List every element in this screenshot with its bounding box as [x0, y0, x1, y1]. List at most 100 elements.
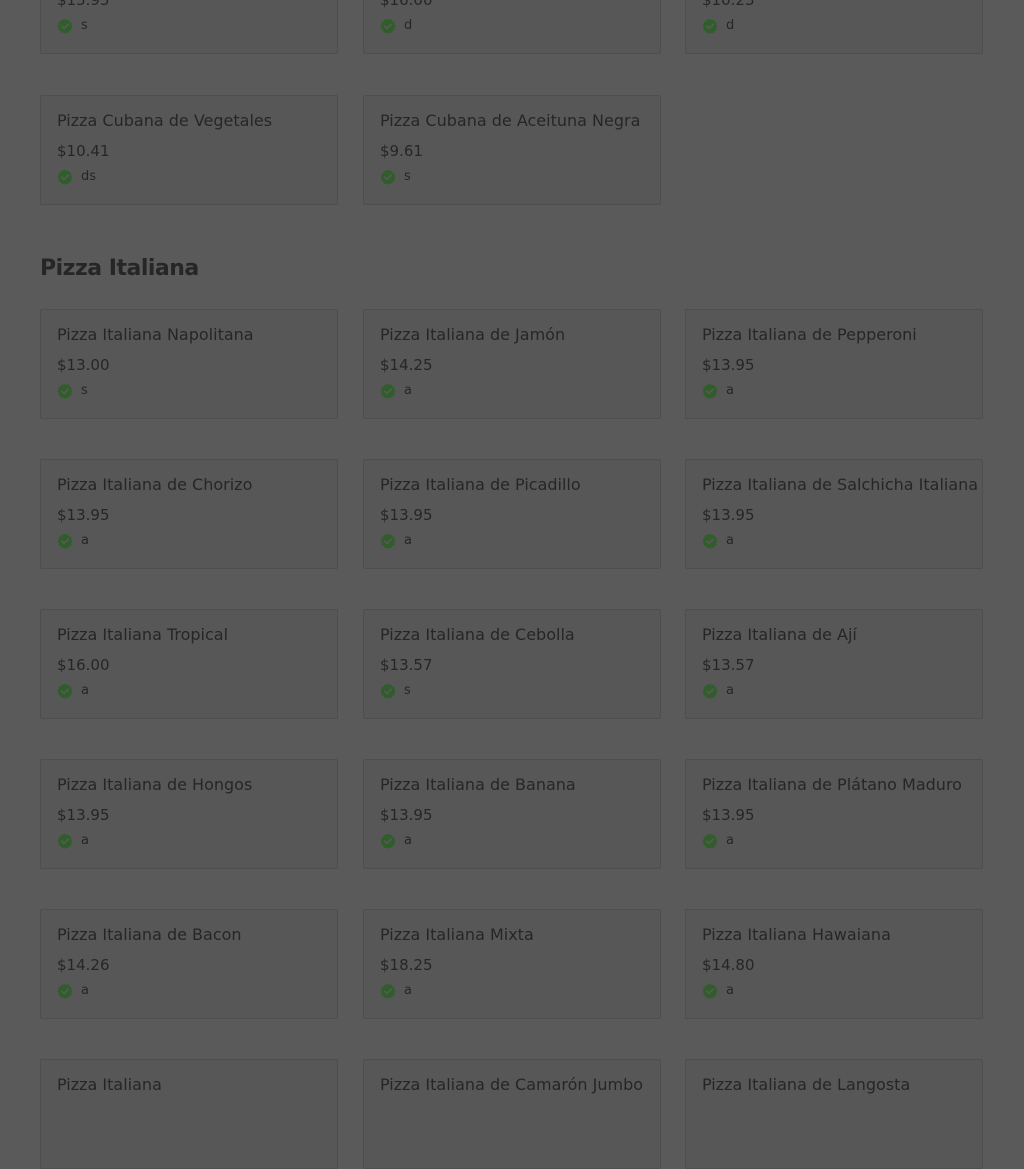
menu-item-name: Pizza Italiana de Hongos [57, 775, 253, 794]
menu-item-card[interactable]: Pizza Italiana Tropical $16.00 a [40, 609, 338, 719]
section-title: Pizza Italiana [40, 256, 199, 281]
menu-item-card[interactable]: Pizza Cubana de Aceituna Negra $9.61 s [363, 95, 661, 205]
menu-item-card[interactable]: Pizza Italiana Napolitana $13.00 s [40, 309, 338, 419]
menu-item-card[interactable]: Pizza Italiana de Hongos $13.95 a [40, 759, 338, 869]
menu-item-card[interactable]: Pizza Italiana Hawaiana $14.80 a [685, 909, 983, 1019]
menu-item-price: $14.26 [57, 956, 110, 974]
menu-item-tag: s [380, 683, 411, 699]
menu-item-name: Pizza Italiana de Ají [702, 625, 857, 644]
menu-item-price: $9.61 [380, 142, 423, 160]
menu-item-name: Pizza Italiana Hawaiana [702, 925, 891, 944]
verified-check-icon [57, 533, 73, 549]
verified-check-icon [702, 18, 718, 34]
menu-item-card[interactable]: Pizza Italiana Mixta $18.25 a [363, 909, 661, 1019]
menu-item-name: Pizza Italiana de Pepperoni [702, 325, 917, 344]
menu-item-price: $13.57 [380, 656, 433, 674]
menu-item-card[interactable]: $16.00 d [363, 0, 661, 54]
menu-item-tag: a [380, 833, 412, 849]
verified-check-icon [380, 383, 396, 399]
menu-item-name: Pizza Cubana de Vegetales [57, 111, 273, 130]
menu-item-price: $13.95 [57, 806, 110, 824]
menu-item-tag: a [702, 683, 734, 699]
menu-item-price: $16.00 [57, 656, 110, 674]
verified-check-icon [57, 683, 73, 699]
verified-check-icon [380, 18, 396, 34]
menu-item-card[interactable]: Pizza Italiana de Picadillo $13.95 a [363, 459, 661, 569]
menu-item-tag-label: a [404, 983, 412, 998]
menu-item-tag: a [702, 983, 734, 999]
verified-check-icon [702, 383, 718, 399]
menu-item-tag-label: s [404, 683, 411, 698]
menu-item-price: $13.00 [57, 356, 110, 374]
menu-item-price: $13.95 [702, 806, 755, 824]
menu-item-name: Pizza Italiana de Salchicha Italiana [702, 475, 979, 494]
menu-item-tag-label: a [404, 533, 412, 548]
menu-item-tag: s [57, 18, 88, 34]
menu-item-name: Pizza Italiana de Jamón [380, 325, 566, 344]
menu-item-card[interactable]: Pizza Italiana de Banana $13.95 a [363, 759, 661, 869]
menu-item-price: $16.00 [380, 0, 433, 9]
menu-item-tag: a [702, 533, 734, 549]
verified-check-icon [57, 983, 73, 999]
menu-item-tag: a [702, 833, 734, 849]
menu-item-name: Pizza Italiana Mixta [380, 925, 534, 944]
menu-item-price: $15.95 [57, 0, 110, 9]
menu-item-tag-label: a [726, 383, 734, 398]
menu-item-card[interactable]: Pizza Italiana de Plátano Maduro $13.95 a [685, 759, 983, 869]
verified-check-icon [380, 983, 396, 999]
menu-item-card[interactable]: Pizza Italiana de Langosta [685, 1059, 983, 1169]
menu-item-name: Pizza Italiana [57, 1075, 162, 1094]
menu-item-card[interactable]: Pizza Italiana de Ají $13.57 a [685, 609, 983, 719]
menu-item-name: Pizza Italiana Tropical [57, 625, 229, 644]
menu-item-name: Pizza Italiana de Picadillo [380, 475, 581, 494]
menu-item-card[interactable]: Pizza Italiana de Cebolla $13.57 s [363, 609, 661, 719]
menu-item-card[interactable]: Pizza Cubana de Vegetales $10.41 ds [40, 95, 338, 205]
menu-item-tag-label: a [404, 383, 412, 398]
menu-item-name: Pizza Italiana de Camarón Jumbo [380, 1075, 644, 1094]
menu-item-name: Pizza Cubana de Aceituna Negra [380, 111, 641, 130]
menu-item-tag-label: a [81, 533, 89, 548]
menu-item-tag: d [380, 18, 412, 34]
menu-item-tag-label: a [81, 983, 89, 998]
menu-item-card[interactable]: Pizza Italiana de Jamón $14.25 a [363, 309, 661, 419]
menu-item-card[interactable]: Pizza Italiana de Pepperoni $13.95 a [685, 309, 983, 419]
verified-check-icon [702, 683, 718, 699]
menu-item-tag-label: ds [81, 169, 97, 184]
verified-check-icon [702, 533, 718, 549]
menu-item-name: Pizza Italiana de Langosta [702, 1075, 911, 1094]
verified-check-icon [380, 833, 396, 849]
menu-item-tag-label: a [81, 683, 89, 698]
menu-item-name: Pizza Italiana de Bacon [57, 925, 242, 944]
menu-item-tag-label: d [726, 18, 735, 33]
menu-item-tag-label: s [404, 169, 411, 184]
menu-item-tag-label: a [726, 983, 734, 998]
menu-item-price: $18.25 [380, 956, 433, 974]
menu-item-card[interactable]: Pizza Italiana de Salchicha Italiana $13.… [685, 459, 983, 569]
verified-check-icon [57, 383, 73, 399]
menu-item-price: $10.41 [57, 142, 110, 160]
menu-item-price: $13.95 [57, 506, 110, 524]
menu-item-tag: s [380, 169, 411, 185]
verified-check-icon [702, 833, 718, 849]
menu-item-card[interactable]: Pizza Italiana [40, 1059, 338, 1169]
menu-item-card[interactable]: Pizza Italiana de Camarón Jumbo [363, 1059, 661, 1169]
menu-item-tag: a [380, 983, 412, 999]
verified-check-icon [57, 833, 73, 849]
menu-item-tag-label: d [404, 18, 413, 33]
menu-item-tag-label: a [726, 833, 734, 848]
menu-item-tag: a [57, 983, 89, 999]
menu-item-tag: d [702, 18, 734, 34]
menu-item-tag-label: a [726, 533, 734, 548]
menu-item-price: $13.95 [380, 506, 433, 524]
menu-item-tag: a [57, 683, 89, 699]
menu-item-card[interactable]: $15.95 s [40, 0, 338, 54]
menu-item-card[interactable]: $10.23 d [685, 0, 983, 54]
menu-item-card[interactable]: Pizza Italiana de Chorizo $13.95 a [40, 459, 338, 569]
menu-item-tag: s [57, 383, 88, 399]
menu-item-tag-label: s [81, 18, 88, 33]
menu-item-tag-label: a [81, 833, 89, 848]
verified-check-icon [380, 683, 396, 699]
menu-item-card[interactable]: Pizza Italiana de Bacon $14.26 a [40, 909, 338, 1019]
menu-item-price: $10.23 [702, 0, 755, 9]
menu-item-tag: a [57, 533, 89, 549]
